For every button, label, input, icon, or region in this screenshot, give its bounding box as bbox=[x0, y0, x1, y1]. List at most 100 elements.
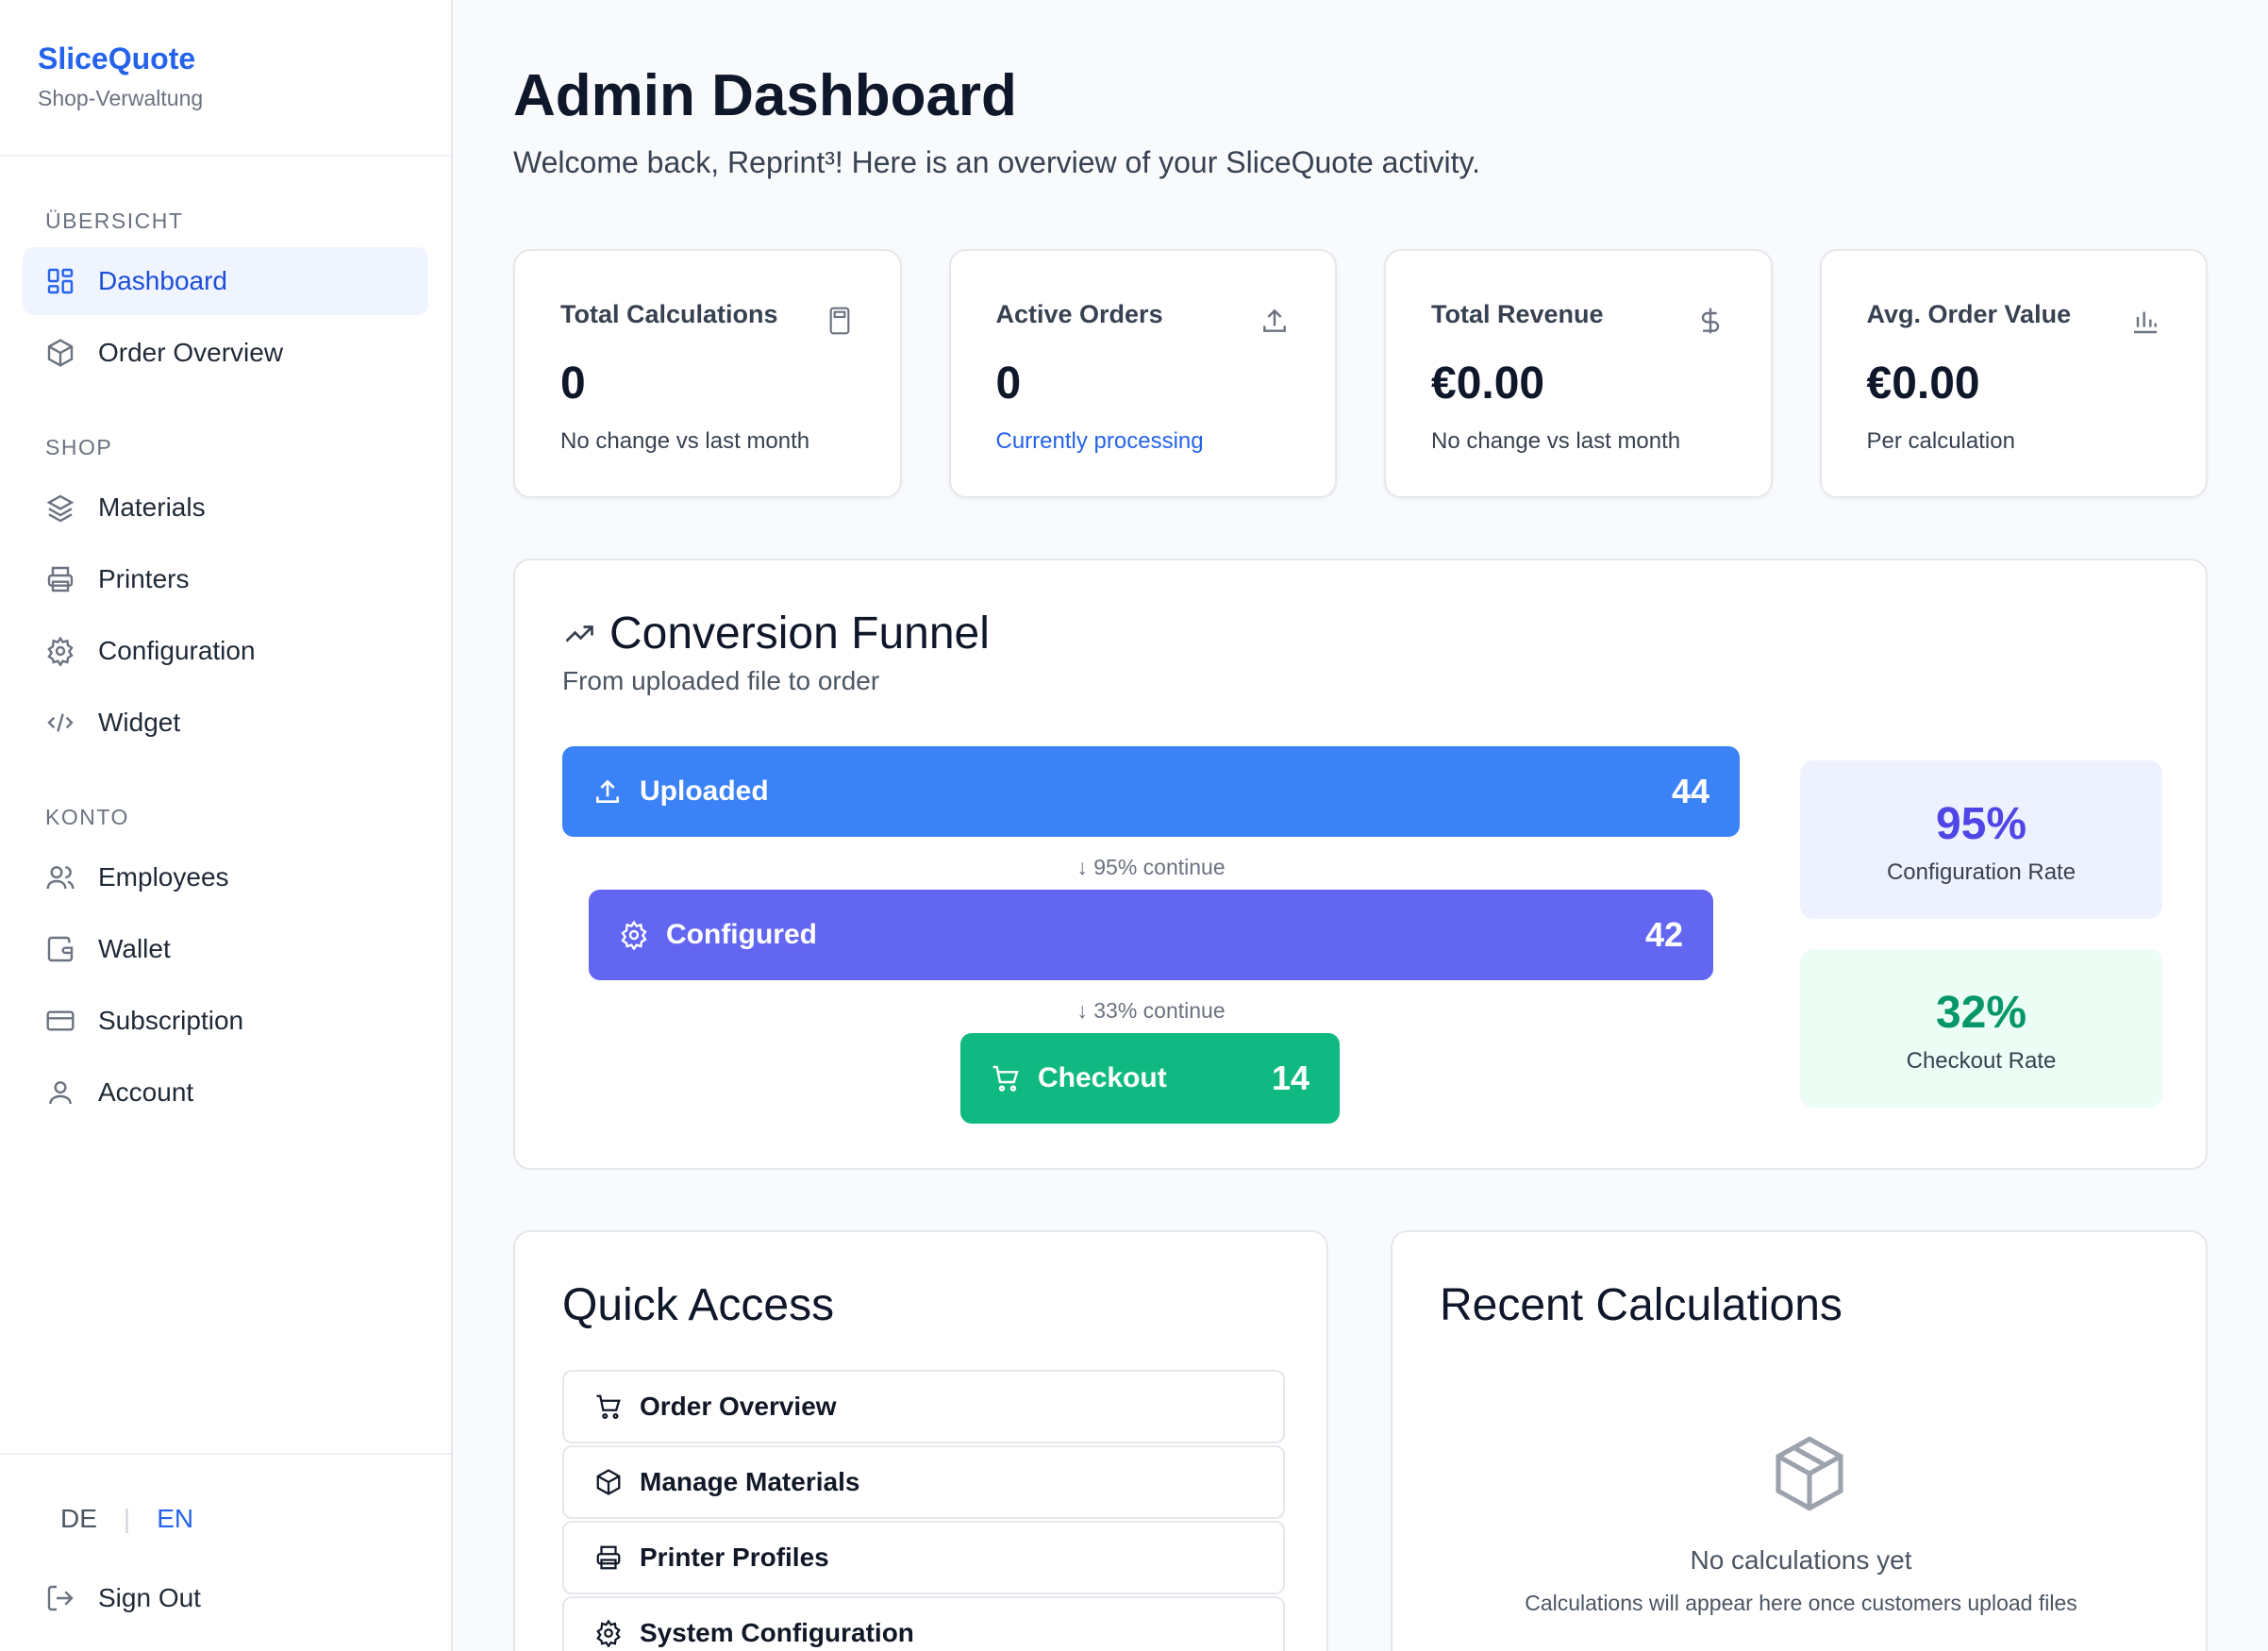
sidebar-item-label: Configuration bbox=[98, 636, 256, 665]
funnel-bar-checkout: Checkout 14 bbox=[960, 1033, 1340, 1124]
stats-row: Total Calculations 0 No change vs last m… bbox=[513, 249, 2208, 498]
rate-label: Configuration Rate bbox=[1886, 859, 2076, 885]
quick-access-label: Printer Profiles bbox=[640, 1543, 829, 1572]
funnel-title: Conversion Funnel bbox=[562, 608, 990, 659]
funnel-continue-rate: ↓ 95% continue bbox=[1076, 855, 1226, 879]
package-icon bbox=[594, 1468, 623, 1496]
section-label-shop: SHOP bbox=[45, 435, 113, 459]
sidebar-item-label: Widget bbox=[98, 708, 181, 737]
sidebar-item-wallet[interactable]: Wallet bbox=[23, 915, 428, 983]
printer-icon bbox=[45, 564, 75, 594]
checkout-rate-box: 32% Checkout Rate bbox=[1800, 949, 2162, 1108]
rate-value: 95% bbox=[1935, 799, 2027, 849]
sidebar-item-label: Subscription bbox=[98, 1006, 244, 1035]
sidebar-item-label: Printers bbox=[98, 564, 190, 593]
configuration-rate-box: 95% Configuration Rate bbox=[1800, 760, 2162, 919]
cart-icon bbox=[594, 1393, 623, 1421]
bar-chart-icon bbox=[2130, 306, 2160, 336]
upload-icon bbox=[1259, 306, 1290, 336]
brand-name[interactable]: SliceQuote bbox=[38, 42, 413, 76]
funnel-continue-rate: ↓ 33% continue bbox=[1076, 998, 1226, 1023]
funnel-bar-count: 44 bbox=[1671, 772, 1709, 810]
sidebar-item-widget[interactable]: Widget bbox=[23, 689, 428, 757]
upload-icon bbox=[592, 776, 623, 807]
sidebar-item-label: Dashboard bbox=[98, 266, 227, 295]
stat-value: 0 bbox=[560, 359, 586, 409]
sidebar-item-label: Order Overview bbox=[98, 338, 284, 367]
stat-value: €0.00 bbox=[1866, 359, 1980, 409]
funnel-bar-count: 14 bbox=[1271, 1059, 1309, 1097]
quick-access-label: Order Overview bbox=[640, 1392, 837, 1421]
funnel-title-text: Conversion Funnel bbox=[609, 609, 990, 659]
page-subtitle: Welcome back, Reprint³! Here is an overv… bbox=[513, 145, 1480, 179]
quick-access-label: System Configuration bbox=[640, 1618, 914, 1647]
sidebar-footer: DE | EN Sign Out bbox=[0, 1453, 451, 1651]
sidebar-item-configuration[interactable]: Configuration bbox=[23, 617, 428, 685]
stat-value: 0 bbox=[995, 359, 1022, 409]
funnel-bar-label: Checkout bbox=[1038, 1062, 1167, 1093]
stat-card-total-revenue: Total Revenue €0.00 No change vs last mo… bbox=[1384, 249, 1773, 498]
layers-icon bbox=[45, 492, 75, 523]
lang-en-button[interactable]: EN bbox=[157, 1504, 193, 1534]
sidebar-item-employees[interactable]: Employees bbox=[23, 843, 428, 911]
funnel-bar-configured: Configured 42 bbox=[589, 890, 1713, 980]
sidebar-item-materials[interactable]: Materials bbox=[23, 474, 428, 542]
funnel-bar-uploaded: Uploaded 44 bbox=[562, 746, 1740, 837]
package-icon bbox=[1768, 1432, 1851, 1515]
stat-card-active-orders: Active Orders 0 Currently processing bbox=[948, 249, 1337, 498]
language-switcher: DE | EN bbox=[23, 1485, 428, 1553]
page-title: Admin Dashboard bbox=[513, 63, 1017, 128]
users-icon bbox=[45, 862, 75, 892]
sidebar-item-subscription[interactable]: Subscription bbox=[23, 987, 428, 1055]
funnel-subtitle: From uploaded file to order bbox=[562, 666, 880, 695]
recent-calculations-card: Recent Calculations No calculations yet … bbox=[1391, 1230, 2208, 1651]
stat-note: Per calculation bbox=[1866, 428, 2015, 454]
calculator-icon bbox=[825, 306, 855, 336]
brand: SliceQuote Shop-Verwaltung bbox=[0, 0, 451, 157]
quick-printer-profiles-button[interactable]: Printer Profiles bbox=[562, 1521, 1285, 1594]
dollar-icon bbox=[1695, 306, 1726, 336]
stat-label: Total Revenue bbox=[1431, 300, 1604, 328]
sidebar: SliceQuote Shop-Verwaltung ÜBERSICHT Das… bbox=[0, 0, 453, 1651]
gear-icon bbox=[619, 920, 649, 950]
funnel-bar-label: Configured bbox=[666, 919, 817, 950]
empty-state-subtitle: Calculations will appear here once custo… bbox=[1525, 1591, 2077, 1615]
rate-value: 32% bbox=[1935, 988, 2027, 1038]
stat-card-total-calculations: Total Calculations 0 No change vs last m… bbox=[513, 249, 902, 498]
stat-label: Total Calculations bbox=[560, 300, 778, 328]
funnel-bar-label: Uploaded bbox=[640, 775, 769, 807]
logout-icon bbox=[45, 1583, 75, 1613]
package-icon bbox=[45, 338, 75, 368]
quick-manage-materials-button[interactable]: Manage Materials bbox=[562, 1445, 1285, 1519]
sign-out-label: Sign Out bbox=[98, 1583, 201, 1612]
sidebar-item-printers[interactable]: Printers bbox=[23, 545, 428, 613]
stat-value: €0.00 bbox=[1431, 359, 1545, 409]
stat-label: Avg. Order Value bbox=[1866, 300, 2072, 328]
grid-icon bbox=[45, 266, 75, 296]
quick-order-overview-button[interactable]: Order Overview bbox=[562, 1370, 1285, 1443]
brand-subtitle: Shop-Verwaltung bbox=[38, 86, 204, 110]
stat-note: Currently processing bbox=[995, 428, 1204, 454]
nav: ÜBERSICHT Dashboard Order Overview SHOP … bbox=[0, 204, 451, 1126]
wallet-icon bbox=[45, 934, 75, 964]
sidebar-item-label: Employees bbox=[98, 862, 229, 892]
stat-note: No change vs last month bbox=[560, 428, 810, 454]
empty-state-title: No calculations yet bbox=[1690, 1545, 1912, 1575]
quick-system-configuration-button[interactable]: System Configuration bbox=[562, 1596, 1285, 1651]
section-label-overview: ÜBERSICHT bbox=[45, 208, 184, 233]
sidebar-item-dashboard[interactable]: Dashboard bbox=[23, 247, 428, 315]
stat-label: Active Orders bbox=[995, 300, 1163, 328]
sidebar-item-account[interactable]: Account bbox=[23, 1059, 428, 1126]
gear-icon bbox=[594, 1619, 623, 1647]
conversion-funnel-card: Conversion Funnel From uploaded file to … bbox=[513, 559, 2208, 1170]
credit-card-icon bbox=[45, 1006, 75, 1036]
lang-separator: | bbox=[123, 1504, 131, 1533]
stat-note: No change vs last month bbox=[1431, 428, 1681, 454]
sign-out-button[interactable]: Sign Out bbox=[23, 1564, 428, 1632]
sidebar-item-label: Account bbox=[98, 1077, 194, 1107]
printer-icon bbox=[594, 1543, 623, 1572]
quick-access-title: Quick Access bbox=[562, 1280, 835, 1330]
lang-de-button[interactable]: DE bbox=[60, 1504, 97, 1534]
user-icon bbox=[45, 1077, 75, 1108]
sidebar-item-order-overview[interactable]: Order Overview bbox=[23, 319, 428, 387]
